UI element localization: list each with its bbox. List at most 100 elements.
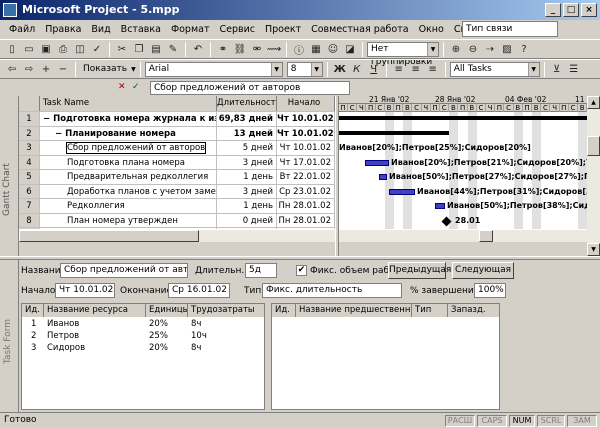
bold-icon[interactable]: Ж — [332, 61, 348, 77]
task-name-cell[interactable]: − Подготовка номера журнала к издани — [40, 112, 217, 126]
cancel-entry-icon[interactable]: ✕ — [118, 82, 126, 92]
print-icon[interactable]: ⎙ — [55, 41, 71, 57]
duration-cell[interactable]: 5 дней — [217, 141, 277, 155]
grid-hscrollbar[interactable] — [19, 229, 335, 242]
task-name-cell[interactable]: − Планирование номера — [40, 126, 217, 140]
hyperlink-icon[interactable]: ⚭ — [215, 41, 231, 57]
gantt-hscroll-thumb[interactable] — [479, 230, 493, 242]
paste-icon[interactable]: ▤ — [148, 41, 164, 57]
cut-icon[interactable]: ✂ — [114, 41, 130, 57]
copy-icon[interactable]: ❐ — [131, 41, 147, 57]
goto-task-icon[interactable]: ⇢ — [482, 41, 498, 57]
start-cell[interactable]: Ср 23.01.02 — [277, 184, 335, 198]
new-icon[interactable]: ▯ — [4, 41, 20, 57]
hide-subtasks-icon[interactable]: − — [55, 61, 71, 77]
menu-project[interactable]: Проект — [260, 24, 306, 35]
row-id[interactable]: 4 — [19, 155, 40, 169]
row-id[interactable]: 6 — [19, 184, 40, 198]
menu-collaborate[interactable]: Совместная работа — [306, 24, 413, 35]
task-name-cell[interactable]: Подготовка плана номера — [40, 155, 217, 169]
task-row[interactable]: 8 План номера утвержден 0 дней Пн 28.01.02 — [19, 213, 335, 228]
publish-icon[interactable]: ◪ — [342, 41, 358, 57]
split-task-icon[interactable]: ⟿ — [266, 41, 282, 57]
resource-row[interactable]: 1 Иванов 20% 8ч — [22, 318, 264, 330]
row-id[interactable]: 2 — [19, 126, 40, 140]
start-field[interactable]: Чт 10.01.02 — [55, 283, 115, 298]
task-info-icon[interactable]: ⓘ — [291, 41, 307, 57]
task-bar[interactable] — [379, 174, 387, 180]
gantt-wizard-icon[interactable]: ☰ — [566, 61, 582, 77]
duration-cell[interactable]: 69,83 дней — [217, 112, 277, 126]
entry-field[interactable]: Сбор предложений от авторов — [150, 81, 350, 95]
previous-button[interactable]: Предыдущая — [388, 262, 451, 279]
menu-edit[interactable]: Правка — [40, 24, 86, 35]
row-id[interactable]: 1 — [19, 112, 40, 126]
menu-view[interactable]: Вид — [86, 24, 115, 35]
open-icon[interactable]: ▭ — [21, 41, 37, 57]
finish-field[interactable]: Ср 16.01.02 — [168, 283, 230, 298]
gantt-hscrollbar[interactable] — [339, 229, 587, 242]
row-id[interactable]: 7 — [19, 199, 40, 213]
preview-icon[interactable]: ◫ — [72, 41, 88, 57]
gantt-vscrollbar[interactable]: ▲ ▼ — [587, 96, 600, 256]
row-id[interactable]: 5 — [19, 170, 40, 184]
close-button[interactable]: × — [581, 3, 597, 17]
task-name-cell[interactable]: Сбор предложений от авторов — [40, 141, 217, 155]
task-name-cell[interactable]: Доработка планов с учетом замеча — [40, 184, 217, 198]
outdent-icon[interactable]: ⇦ — [4, 61, 20, 77]
header-task-name[interactable]: Task Name — [40, 96, 217, 111]
undo-icon[interactable]: ↶ — [190, 41, 206, 57]
minimize-button[interactable]: _ — [545, 3, 561, 17]
duration-cell[interactable]: 1 день — [217, 170, 277, 184]
duration-cell[interactable]: 1 день — [217, 199, 277, 213]
row-id[interactable]: 8 — [19, 213, 40, 227]
scroll-up-icon[interactable]: ▲ — [587, 96, 600, 109]
link-tasks-icon[interactable]: ⛓ — [232, 41, 248, 57]
save-icon[interactable]: ▣ — [38, 41, 54, 57]
task-row[interactable]: 7 Редколлегия 1 день Пн 28.01.02 — [19, 199, 335, 214]
summary-bar[interactable] — [339, 130, 449, 135]
zoom-out-icon[interactable]: ⊖ — [465, 41, 481, 57]
menu-tools[interactable]: Сервис — [214, 24, 260, 35]
task-row[interactable]: 1− Подготовка номера журнала к издани69,… — [19, 112, 335, 127]
confirm-entry-icon[interactable]: ✓ — [132, 82, 140, 92]
align-right-icon[interactable]: ≡ — [425, 61, 441, 77]
task-type-select[interactable]: Фикс. длительность — [262, 283, 402, 298]
percent-complete-field[interactable]: 100% — [474, 283, 506, 298]
italic-icon[interactable]: К — [349, 61, 365, 77]
filter-select[interactable]: All Tasks ▼ — [449, 61, 540, 77]
resource-row[interactable]: 2 Петров 25% 10ч — [22, 330, 264, 342]
menu-file[interactable]: Файл — [4, 24, 40, 35]
task-name-cell[interactable]: План номера утвержден — [40, 213, 217, 227]
task-row[interactable]: 4 Подготовка плана номера 3 дней Чт 17.01.0… — [19, 155, 335, 170]
header-start[interactable]: Начало — [277, 96, 335, 111]
start-cell[interactable]: Вт 22.01.02 — [277, 170, 335, 184]
start-cell[interactable]: Пн 28.01.02 — [277, 199, 335, 213]
format-painter-icon[interactable]: ✎ — [165, 41, 181, 57]
header-duration[interactable]: Длительность — [217, 96, 277, 111]
task-row[interactable]: 5 Предварительная редколлегия 1 день Вт 22.… — [19, 170, 335, 185]
start-cell[interactable]: Чт 10.01.02 — [277, 141, 335, 155]
scroll-down-icon[interactable]: ▼ — [587, 243, 600, 256]
summary-bar[interactable] — [339, 116, 587, 120]
help-question-box[interactable]: Тип связи — [462, 21, 558, 37]
zoom-in-icon[interactable]: ⊕ — [448, 41, 464, 57]
resource-row[interactable]: 3 Сидоров 20% 8ч — [22, 342, 264, 354]
assign-resources-icon[interactable]: ☺ — [325, 41, 341, 57]
underline-icon[interactable]: Ч — [366, 61, 382, 77]
task-bar[interactable] — [435, 203, 445, 209]
task-row[interactable]: 3 Сбор предложений от авторов 5 дней Чт 10.… — [19, 141, 335, 156]
row-id[interactable]: 3 — [19, 141, 40, 155]
unlink-tasks-icon[interactable]: ⚮ — [249, 41, 265, 57]
task-bar[interactable] — [389, 188, 415, 195]
task-row[interactable]: 2 − Планирование номера 13 дней Чт 10.01.02 — [19, 126, 335, 141]
start-cell[interactable]: Чт 10.01.02 — [277, 126, 335, 140]
task-name-field[interactable]: Сбор предложений от авторов — [60, 263, 188, 278]
help-icon[interactable]: ? — [516, 41, 532, 57]
start-cell[interactable]: Чт 17.01.02 — [277, 155, 335, 169]
duration-cell[interactable]: 3 дней — [217, 155, 277, 169]
show-subtasks-icon[interactable]: + — [38, 61, 54, 77]
align-left-icon[interactable]: ≡ — [391, 61, 407, 77]
fixed-work-checkbox[interactable]: ✔ — [296, 265, 307, 276]
task-row[interactable]: 6 Доработка планов с учетом замеча 3 дней С… — [19, 184, 335, 199]
